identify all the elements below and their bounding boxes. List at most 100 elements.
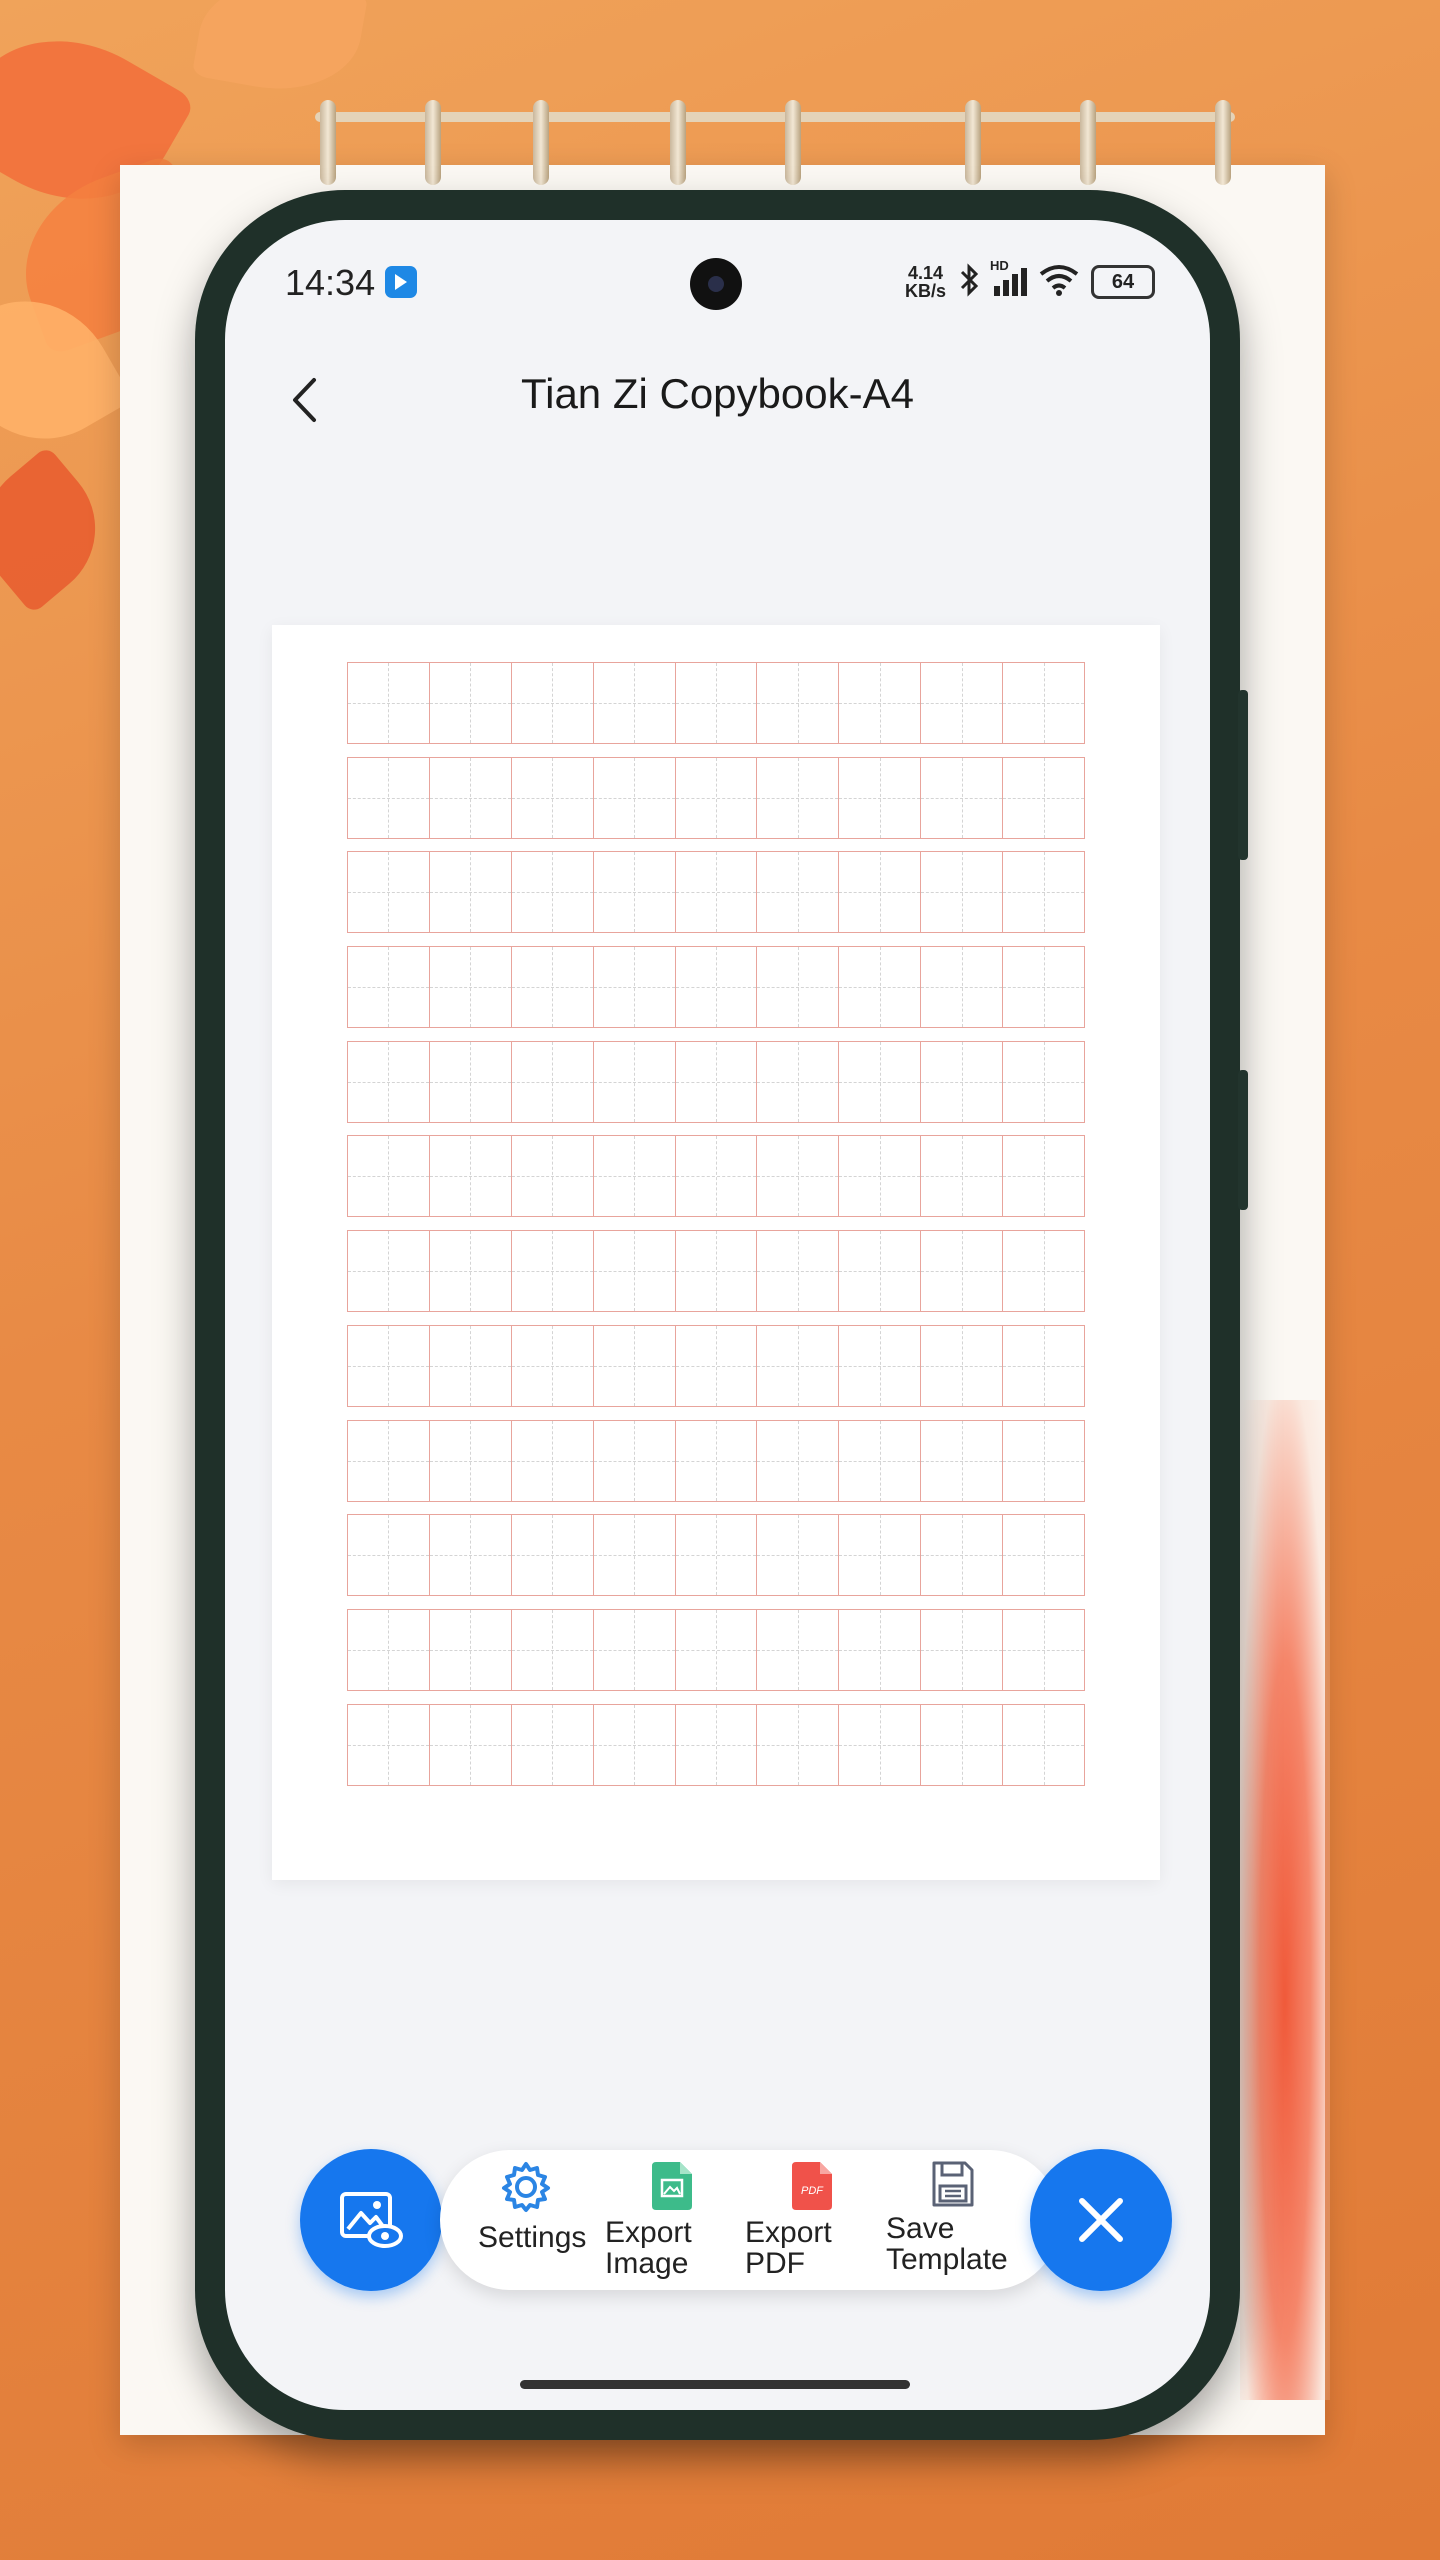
export-pdf-button[interactable]: PDF Export PDF	[745, 2160, 865, 2280]
grid-cell	[838, 663, 921, 743]
grid-cell	[348, 852, 429, 933]
coral-decoration	[1240, 1400, 1330, 2400]
grid-row	[347, 1040, 1085, 1123]
grid-cell	[756, 1041, 839, 1122]
grid-cell	[348, 947, 429, 1028]
grid-cell	[674, 1325, 757, 1406]
grid-cell	[348, 1609, 429, 1690]
grid-cell	[348, 1420, 429, 1501]
grid-cell	[920, 1231, 1003, 1312]
grid-cell	[674, 1704, 757, 1785]
grid-cell	[510, 947, 593, 1028]
grid-cell	[348, 1325, 429, 1406]
grid-cell	[838, 1515, 921, 1596]
grid-cell	[428, 1325, 511, 1406]
grid-cell	[592, 947, 675, 1028]
grid-cell	[428, 852, 511, 933]
grid-cell	[592, 1325, 675, 1406]
grid-cell	[1002, 1325, 1084, 1406]
grid-row	[347, 946, 1085, 1029]
close-fab[interactable]	[1030, 2149, 1172, 2291]
grid-row	[347, 1608, 1085, 1691]
export-image-icon	[652, 2162, 692, 2210]
grid-cell	[756, 1136, 839, 1217]
grid-cell	[756, 1704, 839, 1785]
grid-cell	[674, 663, 757, 743]
grid-cell	[348, 1041, 429, 1122]
save-template-button[interactable]: Save Template	[886, 2160, 1036, 2280]
grid-cell	[920, 852, 1003, 933]
battery-indicator: 64	[1091, 265, 1155, 299]
status-time: 14:34	[285, 262, 376, 303]
grid-cell	[756, 757, 839, 838]
phone-side-button	[1238, 690, 1248, 860]
wifi-icon	[1039, 264, 1079, 301]
grid-cell	[920, 1136, 1003, 1217]
grid-cell	[838, 1136, 921, 1217]
export-image-label: Export Image	[605, 2216, 692, 2280]
action-toolbar: Settings Export Image PDF Export PDF Sav…	[440, 2150, 1060, 2290]
status-bar: 14:34 4.14 KB/s HD 64	[225, 220, 1210, 340]
grid-cell	[674, 1041, 757, 1122]
grid-cell	[1002, 947, 1084, 1028]
grid-cell	[428, 1704, 511, 1785]
grid-cell	[428, 663, 511, 743]
grid-cell	[920, 1704, 1003, 1785]
grid-cell	[920, 1420, 1003, 1501]
grid-cell	[756, 947, 839, 1028]
grid-cell	[674, 947, 757, 1028]
grid-cell	[510, 1136, 593, 1217]
grid-cell	[1002, 663, 1084, 743]
grid-cell	[1002, 852, 1084, 933]
signal-icon: HD	[990, 258, 1027, 296]
grid-cell	[592, 1420, 675, 1501]
grid-cell	[756, 852, 839, 933]
grid-cell	[428, 1136, 511, 1217]
grid-cell	[838, 1420, 921, 1501]
grid-cell	[1002, 1704, 1084, 1785]
grid-cell	[348, 1704, 429, 1785]
grid-cell	[592, 1609, 675, 1690]
grid-row	[347, 756, 1085, 839]
page-title: Tian Zi Copybook-A4	[521, 370, 914, 417]
grid-cell	[1002, 1041, 1084, 1122]
grid-cell	[592, 1041, 675, 1122]
grid-cell	[838, 1231, 921, 1312]
grid-row	[347, 1703, 1085, 1786]
settings-label: Settings	[478, 2221, 587, 2254]
export-image-button[interactable]: Export Image	[605, 2160, 725, 2280]
svg-text:PDF: PDF	[801, 2185, 824, 2197]
grid-cell	[756, 1609, 839, 1690]
grid-cell	[838, 1041, 921, 1122]
front-camera	[690, 258, 742, 310]
grid-cell	[920, 1041, 1003, 1122]
grid-cell	[838, 1325, 921, 1406]
preview-fab[interactable]	[300, 2149, 442, 2291]
grid-cell	[838, 1704, 921, 1785]
close-icon	[1079, 2198, 1123, 2242]
grid-cell	[348, 663, 429, 743]
export-pdf-icon: PDF	[792, 2162, 832, 2210]
grid-cell	[920, 1325, 1003, 1406]
status-right-icons: 4.14 KB/s HD 64	[905, 258, 1155, 304]
grid-cell	[756, 1231, 839, 1312]
grid-row	[347, 1230, 1085, 1313]
tian-zi-grid	[347, 662, 1085, 1798]
grid-cell	[348, 1231, 429, 1312]
app-notification-icon	[385, 266, 417, 298]
grid-cell	[1002, 1515, 1084, 1596]
grid-cell	[838, 852, 921, 933]
grid-cell	[510, 1609, 593, 1690]
grid-row	[347, 662, 1085, 744]
grid-cell	[510, 1515, 593, 1596]
settings-button[interactable]: Settings	[478, 2160, 598, 2280]
save-template-label: Save Template	[886, 2212, 1008, 2276]
grid-cell	[510, 1704, 593, 1785]
export-pdf-label: Export PDF	[745, 2216, 832, 2280]
grid-cell	[428, 1609, 511, 1690]
grid-cell	[674, 1420, 757, 1501]
grid-cell	[510, 852, 593, 933]
grid-cell	[428, 1041, 511, 1122]
grid-cell	[348, 757, 429, 838]
grid-cell	[1002, 1609, 1084, 1690]
